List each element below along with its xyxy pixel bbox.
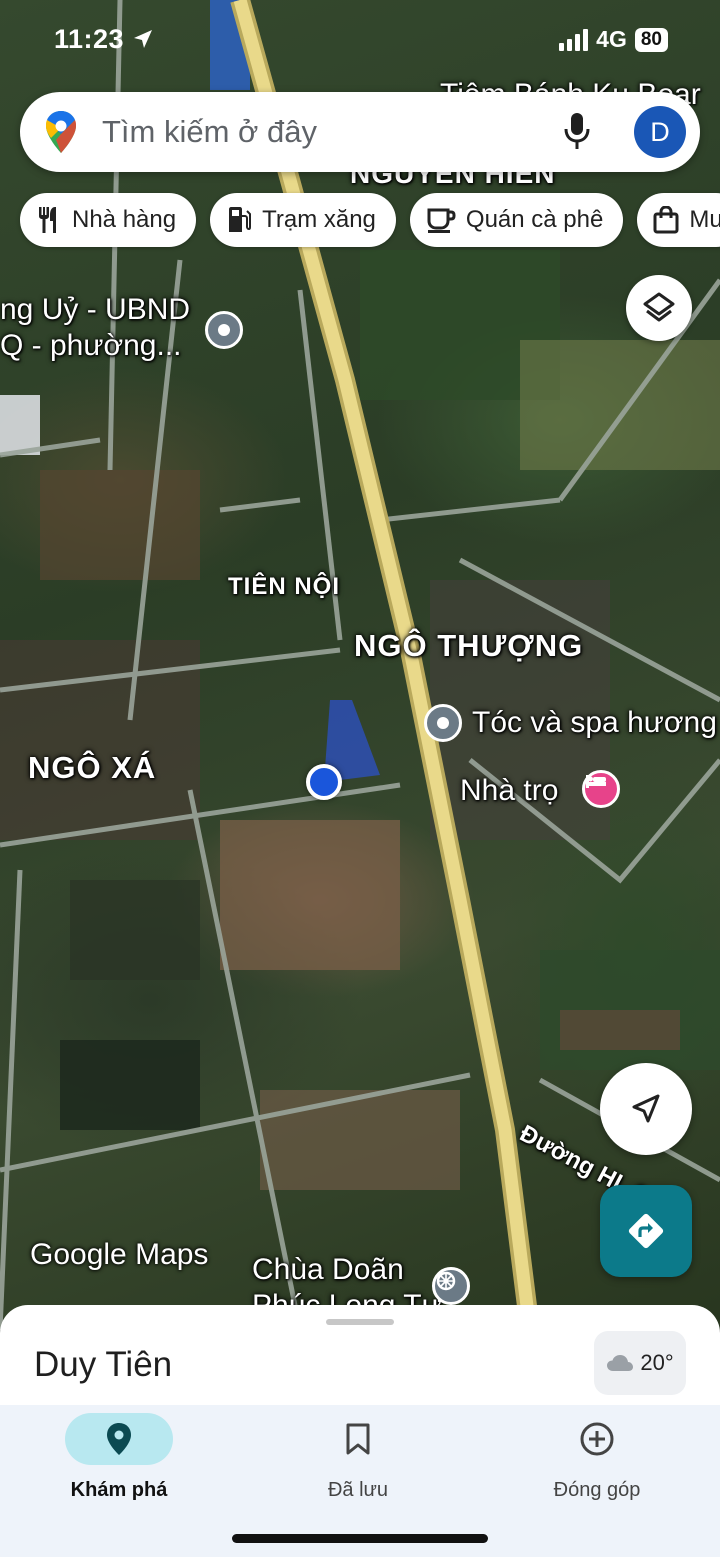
explore-pin-icon — [107, 1423, 131, 1455]
layers-button[interactable] — [626, 275, 692, 341]
nav-contribute-icon-wrap — [543, 1413, 651, 1465]
layers-icon — [643, 292, 675, 322]
my-location-button[interactable] — [600, 1063, 692, 1155]
poi-toc-spa-pin-icon[interactable] — [424, 704, 462, 742]
avatar[interactable]: D — [634, 106, 686, 158]
google-maps-pin-icon — [46, 111, 76, 153]
temple-icon[interactable] — [432, 1267, 470, 1305]
chip-label: Quán cà phê — [465, 206, 604, 233]
directions-button[interactable] — [600, 1185, 692, 1277]
navigation-arrow-icon — [632, 1094, 660, 1123]
microphone-icon[interactable] — [562, 110, 592, 154]
coffee-icon — [427, 208, 456, 233]
map-label-ngo-xa: NGÔ XÁ — [28, 750, 157, 785]
nav-saved[interactable]: Đã lưu — [258, 1413, 458, 1502]
network-type: 4G — [596, 26, 627, 52]
gas-station-icon — [229, 207, 252, 232]
chip-label: Nhà hàng — [72, 206, 177, 233]
nav-saved-label: Đã lưu — [327, 1479, 389, 1501]
add-circle-icon — [580, 1422, 614, 1456]
search-input[interactable]: Tìm kiếm ở đây — [102, 114, 317, 150]
shopping-bag-icon — [653, 206, 679, 234]
place-name: Duy Tiên — [34, 1345, 173, 1384]
map-label-tien-noi: TIÊN NỘI — [228, 573, 341, 600]
chip-gas-stations[interactable]: Trạm xăng — [210, 193, 396, 247]
nav-explore[interactable]: Khám phá — [19, 1413, 219, 1502]
bottom-sheet[interactable]: Duy Tiên 20° — [0, 1305, 720, 1415]
poi-chua-line1: Chùa Doãn — [252, 1253, 404, 1286]
category-chips: Nhà hàng Trạm xăng Quán cà phê Mu — [20, 193, 720, 247]
bookmark-icon — [346, 1423, 370, 1455]
nav-contribute[interactable]: Đóng góp — [497, 1413, 697, 1502]
battery-level: 80 — [634, 27, 668, 52]
temperature: 20° — [640, 1350, 674, 1375]
poi-nha-tro-label[interactable]: Nhà trọ — [460, 773, 558, 809]
sheet-drag-handle[interactable] — [326, 1319, 394, 1325]
nav-explore-highlight — [65, 1413, 173, 1465]
poi-ubnd-label[interactable]: ng Uỷ - UBND Q - phường... — [0, 292, 190, 364]
home-indicator[interactable] — [232, 1534, 488, 1543]
chip-shopping[interactable]: Mu — [637, 193, 720, 247]
poi-ubnd-line2: Q - phường... — [0, 329, 182, 362]
directions-icon — [628, 1213, 664, 1249]
weather-badge[interactable]: 20° — [594, 1331, 686, 1395]
signal-icon — [559, 28, 589, 51]
my-location-dot — [306, 764, 342, 800]
chip-label: Mu — [689, 206, 720, 233]
restaurant-icon — [39, 207, 56, 233]
chip-restaurants[interactable]: Nhà hàng — [20, 193, 197, 247]
poi-toc-spa-label[interactable]: Tóc và spa hương — [472, 705, 717, 741]
poi-ubnd-pin-icon[interactable] — [205, 311, 243, 349]
chip-coffee[interactable]: Quán cà phê — [409, 193, 624, 247]
nav-contribute-label: Đóng góp — [553, 1479, 641, 1501]
location-arrow-icon — [134, 30, 152, 48]
google-maps-logo: Google Maps — [30, 1238, 209, 1271]
chip-label: Trạm xăng — [262, 206, 376, 233]
status-bar: 11:23 4G 80 — [0, 20, 720, 64]
nav-saved-icon-wrap — [304, 1413, 412, 1465]
status-time: 11:23 — [54, 24, 125, 54]
map-label-ngo-thuong: NGÔ THƯỢNG — [354, 628, 584, 663]
hotel-icon[interactable] — [582, 770, 620, 808]
poi-ubnd-line1: ng Uỷ - UBND — [0, 293, 191, 326]
search-bar[interactable]: Tìm kiếm ở đây D — [20, 92, 700, 172]
cloud-icon — [607, 1355, 634, 1371]
nav-explore-label: Khám phá — [70, 1479, 168, 1501]
